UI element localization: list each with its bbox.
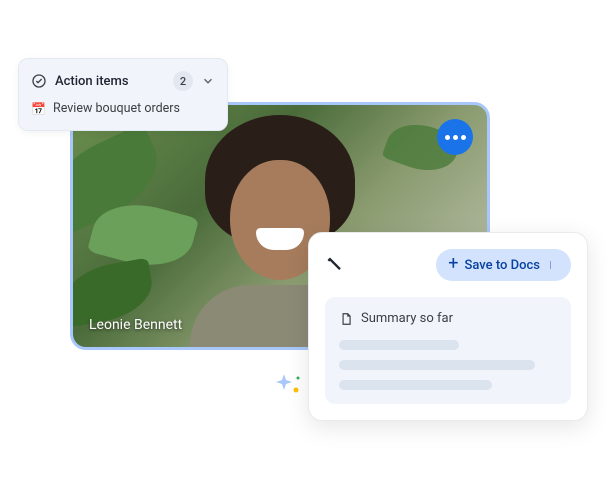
save-to-docs-label: Save to Docs	[465, 258, 540, 273]
more-horizontal-icon	[453, 135, 458, 140]
action-item-label: Review bouquet orders	[53, 101, 180, 116]
participant-name: Leonie Bennett	[89, 317, 182, 333]
magic-pencil-icon[interactable]	[325, 255, 345, 275]
summary-body: Summary so far	[325, 297, 571, 404]
summary-header: + Save to Docs	[325, 249, 571, 281]
more-horizontal-icon	[445, 135, 450, 140]
action-items-count: 2	[173, 71, 193, 91]
action-items-header[interactable]: Action items 2	[31, 71, 215, 91]
save-dropdown-trigger[interactable]	[550, 261, 559, 269]
document-icon	[339, 312, 353, 326]
summary-card: + Save to Docs Summary so far	[308, 232, 588, 421]
summary-placeholder-line	[339, 380, 492, 390]
plus-icon: +	[448, 255, 458, 273]
summary-label: Summary so far	[361, 311, 453, 326]
action-items-card[interactable]: Action items 2 📅 Review bouquet orders	[18, 58, 228, 131]
sparkle-icon	[274, 370, 302, 398]
check-circle-icon	[31, 73, 47, 89]
save-to-docs-button[interactable]: + Save to Docs	[436, 249, 571, 281]
chevron-down-icon	[201, 74, 215, 88]
summary-placeholder-line	[339, 360, 535, 370]
more-options-button[interactable]	[437, 119, 473, 155]
action-items-title: Action items	[55, 74, 165, 89]
calendar-icon: 📅	[31, 102, 45, 116]
more-horizontal-icon	[461, 135, 466, 140]
action-item-row[interactable]: 📅 Review bouquet orders	[31, 101, 215, 116]
summary-placeholder-line	[339, 340, 459, 350]
summary-body-header: Summary so far	[339, 311, 557, 326]
